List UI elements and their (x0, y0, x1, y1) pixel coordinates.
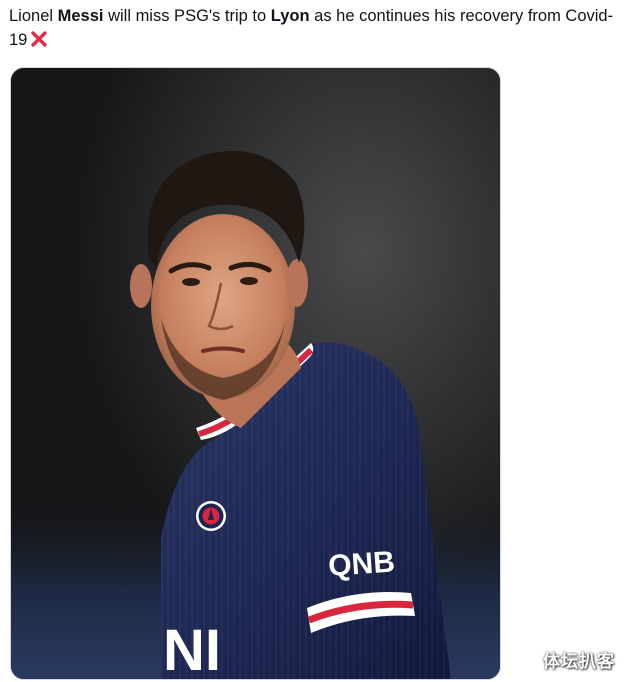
tweet-text-1: Lionel (9, 7, 58, 25)
tweet-bold-messi[interactable]: Messi (58, 7, 104, 25)
photo-artwork: QNB NI (11, 68, 500, 679)
tweet-text: Lionel Messi will miss PSG's trip to Lyo… (9, 4, 615, 52)
sleeve-letters: NI (163, 618, 221, 679)
tweet-bold-lyon[interactable]: Lyon (271, 7, 310, 25)
psg-crest-icon (196, 501, 226, 531)
sponsor-text: QNB (327, 545, 396, 583)
tweet-text-2: will miss PSG's trip to (103, 7, 271, 25)
cross-mark-icon (30, 30, 48, 48)
tweet-photo[interactable]: QNB NI (10, 67, 501, 680)
watermark: 体坛扒客 (543, 652, 615, 672)
